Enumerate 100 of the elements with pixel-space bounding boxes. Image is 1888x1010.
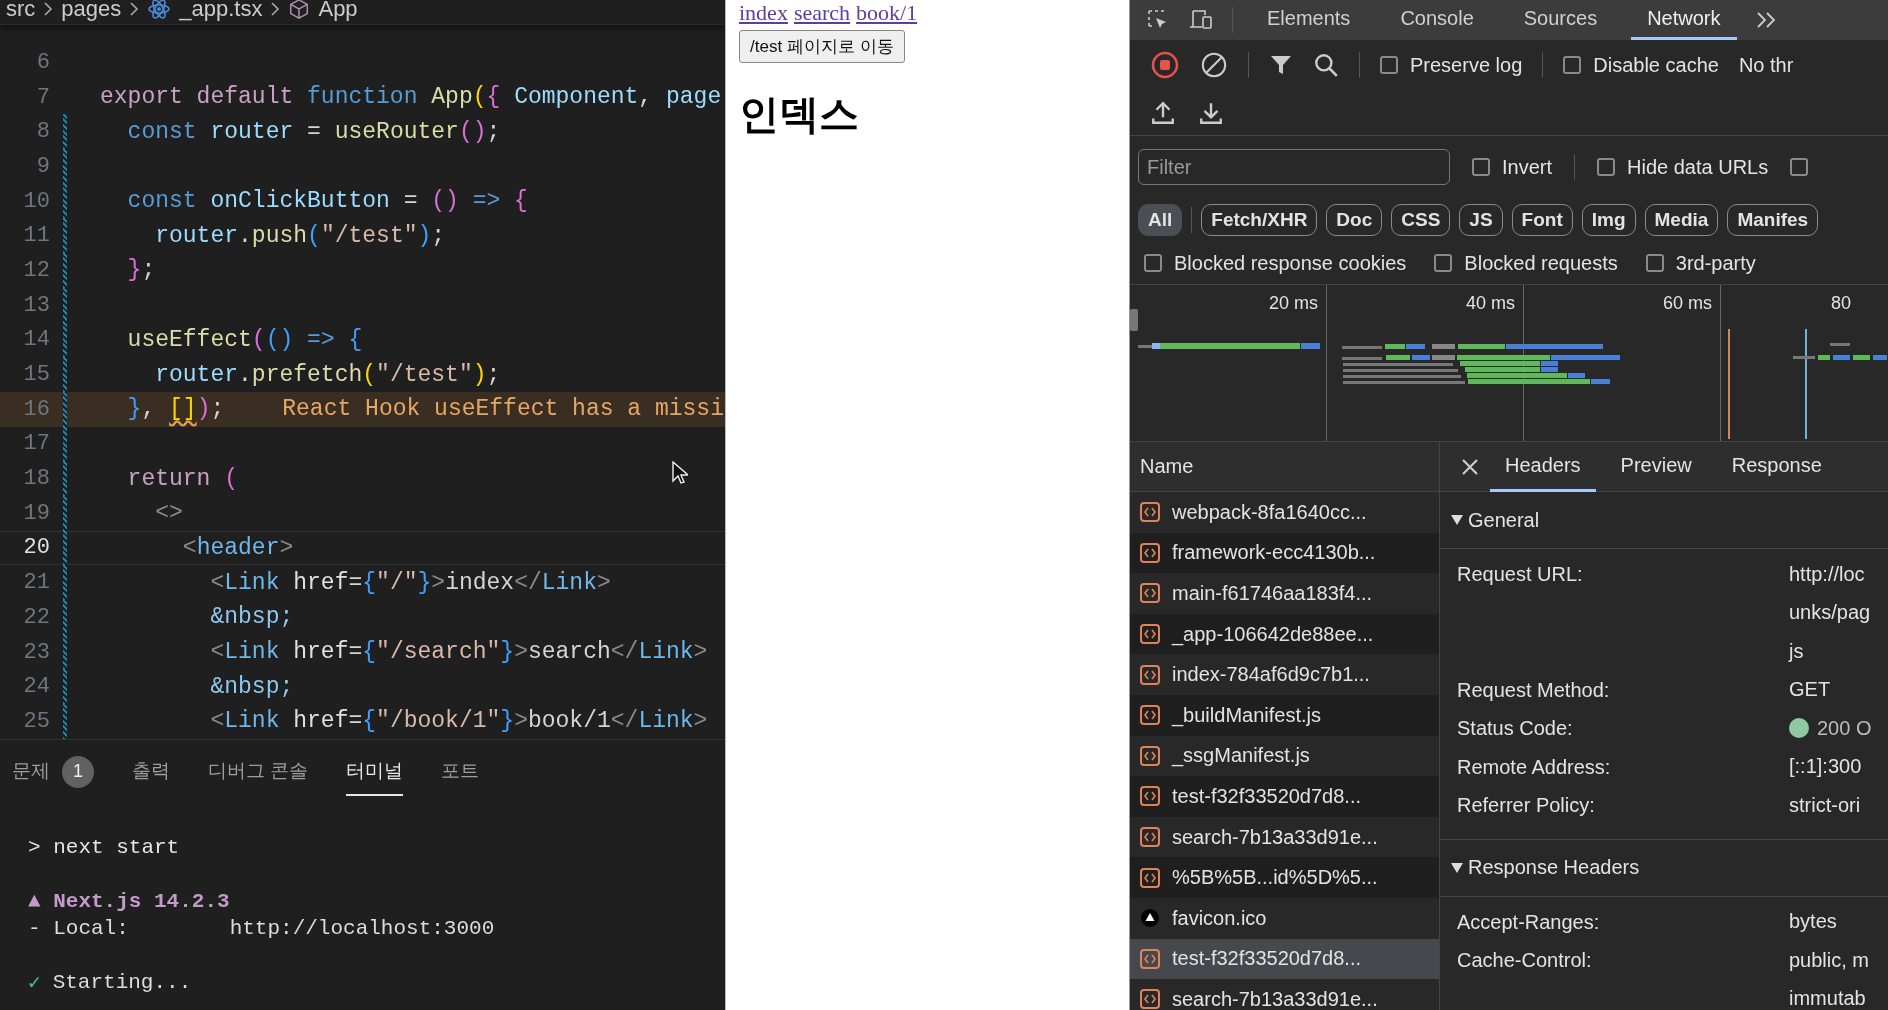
cube-icon xyxy=(288,0,311,20)
script-file-icon xyxy=(1140,705,1160,726)
header-name: Request URL: xyxy=(1457,562,1584,587)
details-tab[interactable]: Headers xyxy=(1490,441,1596,492)
line-number: 14 xyxy=(22,327,50,353)
script-file-icon xyxy=(1140,827,1160,848)
details-tab[interactable]: Response xyxy=(1716,441,1837,492)
request-row[interactable]: _buildManifest.js xyxy=(1130,694,1439,736)
type-filter-chip[interactable]: Font xyxy=(1511,204,1573,236)
time-tick-label: 80 xyxy=(1831,293,1852,313)
code-line: }; xyxy=(126,257,156,284)
request-row[interactable]: %5B%5B...id%5D%5... xyxy=(1130,857,1439,898)
breadcrumb-item[interactable]: App xyxy=(318,0,358,22)
breadcrumb-item[interactable]: _app.tsx xyxy=(179,0,263,22)
type-filter-chip[interactable]: CSS xyxy=(1391,204,1451,236)
header-name: Cache-Control: xyxy=(1457,948,1593,973)
inline-warning: React Hook useEffect has a missi xyxy=(282,396,724,423)
header-name: Accept-Ranges: xyxy=(1457,909,1601,935)
line-number: 22 xyxy=(22,604,50,630)
column-header[interactable]: Name xyxy=(1130,442,1439,492)
type-filter-chip[interactable]: Manifes xyxy=(1727,204,1819,236)
script-file-icon xyxy=(1140,583,1160,604)
header-value: GET xyxy=(1789,678,1831,702)
line-number: 9 xyxy=(35,153,50,179)
code-line: const onClickButton = () => { xyxy=(126,188,528,215)
panel-tab[interactable]: 터미널 xyxy=(346,747,404,796)
section-header[interactable]: General xyxy=(1440,492,1888,549)
script-file-icon xyxy=(1140,502,1160,523)
count-badge: 1 xyxy=(62,755,94,788)
record-icon[interactable] xyxy=(1150,50,1180,80)
panel-tab[interactable]: 포트 xyxy=(441,747,480,796)
filter-icon[interactable] xyxy=(1269,53,1293,77)
upload-icon[interactable] xyxy=(1150,99,1176,126)
panel-tab[interactable]: 문제 xyxy=(12,747,50,796)
checkbox[interactable]: Invert xyxy=(1472,155,1553,179)
code-line: router.push("/test"); xyxy=(154,222,446,249)
request-row[interactable]: _app-106642de88ee... xyxy=(1130,613,1439,655)
nav-link[interactable]: book/1 xyxy=(856,0,918,26)
request-row[interactable]: framework-ecc4130b... xyxy=(1130,532,1439,574)
checkbox[interactable] xyxy=(1790,158,1809,176)
line-number: 17 xyxy=(22,431,50,457)
type-filter-chip[interactable]: Doc xyxy=(1326,204,1383,236)
nav-link[interactable]: index xyxy=(739,0,788,26)
request-row[interactable]: test-f32f33520d7d8... xyxy=(1130,938,1439,980)
caret-down-icon[interactable] xyxy=(1450,860,1464,875)
request-row[interactable]: test-f32f33520d7d8... xyxy=(1130,776,1439,817)
breadcrumb-item[interactable]: src xyxy=(6,0,36,22)
type-filter-chip[interactable]: Img xyxy=(1581,204,1636,236)
line-number: 7 xyxy=(35,84,50,110)
line-number: 18 xyxy=(22,466,50,492)
type-filter-chip[interactable]: Fetch/XHR xyxy=(1201,204,1318,236)
search-icon[interactable] xyxy=(1313,52,1339,78)
type-filter-chip[interactable]: Media xyxy=(1644,204,1719,236)
caret-down-icon[interactable] xyxy=(1450,513,1464,527)
chevron-right-icon xyxy=(270,1,281,17)
header-name: Referrer Policy: xyxy=(1457,793,1596,818)
checkbox[interactable]: 3rd-party xyxy=(1645,251,1756,275)
checkbox[interactable]: Preserve log xyxy=(1380,53,1523,77)
throttling-dropdown[interactable]: No thr xyxy=(1738,53,1794,77)
type-filter-chip[interactable]: All xyxy=(1138,204,1183,236)
section-header[interactable]: Response Headers xyxy=(1440,839,1888,897)
device-toolbar-icon[interactable] xyxy=(1188,8,1214,32)
devtools-tab[interactable]: Sources xyxy=(1507,0,1614,40)
code-line: <Link href={"/book/1"}>book/1</Link> xyxy=(209,708,708,735)
code-line: return ( xyxy=(126,465,239,492)
line-number: 19 xyxy=(22,500,50,526)
header-value: [::1]:300 xyxy=(1789,755,1862,779)
line-number: 16 xyxy=(22,396,50,422)
code-line: <Link href={"/"}>index</Link> xyxy=(209,569,611,596)
header-name: Status Code: xyxy=(1457,716,1574,741)
chevron-right-icon xyxy=(129,1,140,17)
checkbox[interactable]: Blocked requests xyxy=(1434,251,1618,275)
time-tick-label: 40 ms xyxy=(1465,293,1515,313)
panel-tab[interactable]: 디버그 콘솔 xyxy=(208,747,309,796)
time-tick-label: 20 ms xyxy=(1268,293,1318,313)
checkbox[interactable]: Hide data URLs xyxy=(1597,155,1769,179)
devtools-tab[interactable]: Console xyxy=(1384,0,1490,40)
terminal-line: Starting... xyxy=(52,970,192,994)
line-number: 6 xyxy=(35,49,50,75)
devtools-tab[interactable]: Elements xyxy=(1251,0,1367,40)
details-tab[interactable]: Preview xyxy=(1605,441,1707,492)
filter-field[interactable]: Filter xyxy=(1138,149,1450,185)
nav-link[interactable]: search xyxy=(793,0,851,26)
mouse-pointer-icon xyxy=(672,461,688,485)
terminal-line: - Local: http://localhost:3000 xyxy=(28,916,495,940)
devtools-tab[interactable]: Network xyxy=(1631,0,1737,40)
line-number: 11 xyxy=(22,223,50,249)
navigate-button[interactable]: /test 페이지로 이동 xyxy=(739,30,905,63)
line-number: 20 xyxy=(22,535,50,561)
checkbox[interactable]: Disable cache xyxy=(1563,53,1719,77)
close-icon[interactable] xyxy=(1460,456,1480,477)
breadcrumb-item[interactable]: pages xyxy=(61,0,122,22)
panel-tab[interactable]: 출력 xyxy=(132,747,170,796)
script-file-icon xyxy=(1140,542,1160,563)
clear-icon[interactable] xyxy=(1200,51,1228,79)
line-number: 23 xyxy=(22,639,50,665)
checkbox[interactable]: Blocked response cookies xyxy=(1144,251,1407,275)
terminal-line: ▲ Next.js 14.2.3 xyxy=(28,889,230,913)
time-tick-label: 60 ms xyxy=(1662,293,1712,313)
type-filter-chip[interactable]: JS xyxy=(1459,204,1503,236)
